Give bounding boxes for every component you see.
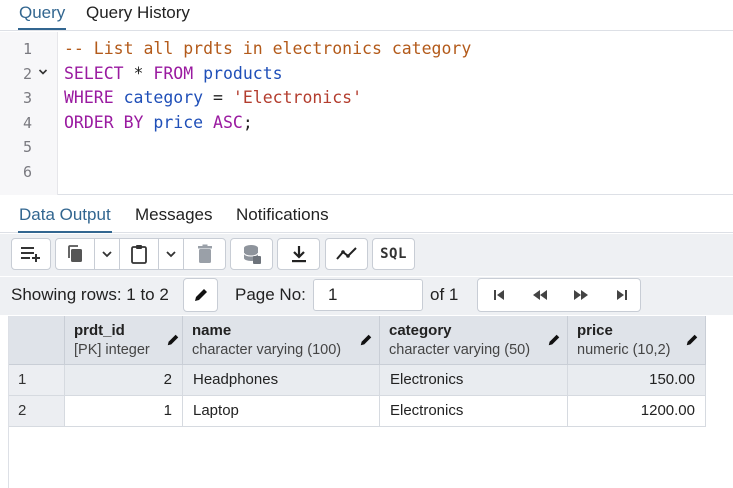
cell-prdt-id[interactable]: 1	[65, 396, 183, 427]
kw-asc: ASC	[213, 113, 243, 132]
column-header-category[interactable]: category character varying (50)	[380, 316, 568, 365]
code-line-2: SELECT * FROM products	[64, 62, 283, 86]
line-number: 1	[22, 40, 32, 58]
column-type: [PK] integer	[74, 342, 150, 358]
line-number: 3	[22, 89, 32, 107]
previous-page-icon[interactable]	[519, 279, 560, 311]
first-page-icon[interactable]	[478, 279, 519, 311]
equals: =	[203, 88, 233, 107]
copy-paste-group	[55, 238, 226, 270]
line-number: 4	[22, 114, 32, 132]
add-row-icon[interactable]	[11, 238, 51, 270]
column-type: character varying (50)	[389, 342, 531, 358]
chevron-down-icon[interactable]	[159, 239, 183, 269]
column-name: price	[577, 322, 613, 339]
delete-icon[interactable]	[184, 239, 225, 269]
kw-where: WHERE	[64, 88, 114, 107]
cell-category[interactable]: Electronics	[380, 365, 568, 396]
code-line-1: -- List all prdts in electronics categor…	[64, 37, 471, 61]
column-name: name	[192, 322, 232, 339]
kw-from: FROM	[153, 64, 194, 83]
column-price: price	[153, 113, 204, 132]
data-toolbar: SQL	[0, 234, 733, 276]
cell-price[interactable]: 150.00	[568, 365, 706, 396]
paste-icon[interactable]	[120, 239, 158, 269]
editor-gutter: 1 2 3 4 5 6	[0, 32, 58, 195]
pagination-bar: Showing rows: 1 to 2 Page No: 1 of 1	[0, 277, 733, 315]
page-no-label: Page No:	[235, 285, 306, 304]
row-number-header	[9, 316, 65, 365]
showing-rows-text: Showing rows: 1 to 2	[11, 285, 169, 304]
graph-icon[interactable]	[325, 238, 368, 270]
query-tabs: Query Query History	[0, 0, 733, 31]
column-category: category	[123, 88, 204, 107]
last-page-icon[interactable]	[601, 279, 642, 311]
edit-column-pencil-icon[interactable]	[547, 333, 561, 352]
copy-icon[interactable]	[56, 239, 94, 269]
line-number: 5	[22, 138, 32, 156]
cell-name[interactable]: Headphones	[183, 365, 380, 396]
edit-column-pencil-icon[interactable]	[685, 333, 699, 352]
edit-column-pencil-icon[interactable]	[166, 333, 180, 352]
page-count-label: of 1	[430, 285, 459, 304]
column-header-name[interactable]: name character varying (100)	[183, 316, 380, 365]
chevron-down-icon[interactable]	[95, 239, 119, 269]
output-tabs: Data Output Messages Notifications	[0, 196, 733, 233]
sql-editor[interactable]: 1 2 3 4 5 6 -- List all prdts in electro…	[0, 32, 733, 195]
page-navigation	[477, 278, 641, 312]
sql-comment: -- List all prdts in electronics categor…	[64, 39, 472, 58]
result-grid: prdt_id [PK] integer name character vary…	[8, 316, 733, 488]
string-literal: 'Electronics'	[232, 88, 363, 107]
column-name: category	[389, 322, 452, 339]
row-number[interactable]: 1	[9, 365, 65, 396]
code-line-3: WHERE category = 'Electronics'	[64, 86, 362, 110]
tab-query[interactable]: Query	[17, 3, 67, 30]
line-number: 6	[22, 163, 32, 181]
save-data-icon[interactable]	[230, 238, 273, 270]
cell-category[interactable]: Electronics	[380, 396, 568, 427]
edit-rows-pencil-icon[interactable]	[183, 278, 218, 312]
table-name: products	[203, 64, 283, 83]
tab-notifications[interactable]: Notifications	[236, 205, 329, 225]
column-header-price[interactable]: price numeric (10,2)	[568, 316, 706, 365]
column-header-prdt-id[interactable]: prdt_id [PK] integer	[65, 316, 183, 365]
fold-chevron-icon[interactable]	[38, 62, 50, 86]
next-page-icon[interactable]	[560, 279, 601, 311]
column-name: prdt_id	[74, 322, 125, 339]
star: *	[123, 64, 154, 83]
sql-icon[interactable]: SQL	[372, 238, 415, 270]
edit-column-pencil-icon[interactable]	[359, 333, 373, 352]
column-type: character varying (100)	[192, 342, 342, 358]
column-type: numeric (10,2)	[577, 342, 671, 358]
cell-name[interactable]: Laptop	[183, 396, 380, 427]
code-line-4: ORDER BY price ASC;	[64, 111, 253, 135]
cell-price[interactable]: 1200.00	[568, 396, 706, 427]
semicolon: ;	[242, 113, 253, 132]
kw-order-by: ORDER BY	[64, 113, 144, 132]
kw-select: SELECT	[64, 64, 124, 83]
tab-messages[interactable]: Messages	[135, 205, 212, 225]
download-icon[interactable]	[277, 238, 320, 270]
tab-query-history[interactable]: Query History	[86, 3, 190, 23]
tab-data-output[interactable]: Data Output	[18, 205, 112, 233]
row-number[interactable]: 2	[9, 396, 65, 427]
page-number-input[interactable]: 1	[313, 279, 423, 311]
line-number: 2	[22, 65, 32, 83]
cell-prdt-id[interactable]: 2	[65, 365, 183, 396]
